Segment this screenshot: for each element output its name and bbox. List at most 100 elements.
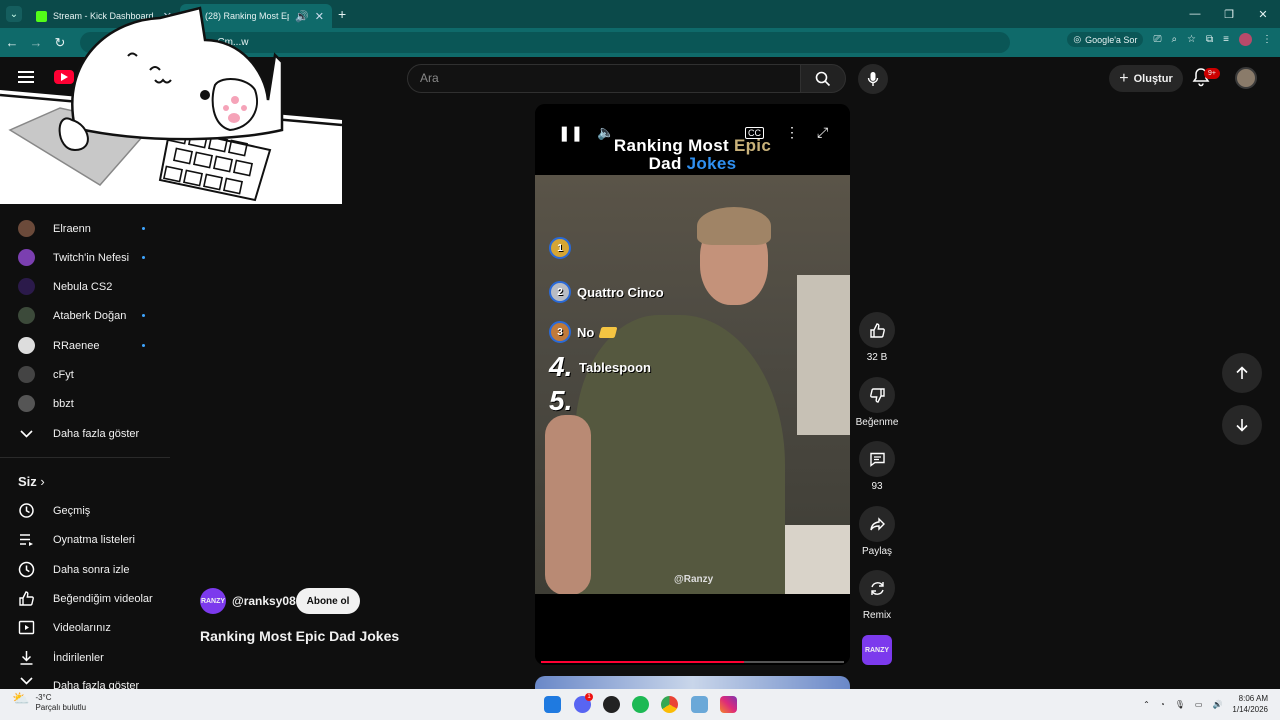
sidebar-item-cfyt[interactable]: cFyt — [18, 360, 168, 389]
live-dot — [142, 227, 145, 230]
plus-icon: + — [1119, 69, 1129, 87]
discord-badge: 1 — [585, 693, 593, 701]
channel-handle[interactable]: @ranksy08 — [232, 594, 296, 608]
display-icon[interactable]: ▭ — [1195, 700, 1203, 709]
window-controls: — ❐ ✕ — [1178, 0, 1280, 28]
sidebar-item-liked-videos[interactable]: Beğendiğim videolar — [18, 584, 168, 613]
sidebar-item-watch-later[interactable]: Daha sonra izle — [18, 555, 168, 584]
comments-button[interactable]: 93 — [859, 441, 895, 492]
start-icon[interactable] — [544, 696, 561, 713]
app-icon[interactable] — [603, 696, 620, 713]
avatar — [18, 337, 35, 354]
sidebar-item-nebula-cs2[interactable]: Nebula CS2 — [18, 272, 168, 301]
media-icon[interactable]: ≡ — [1223, 34, 1229, 45]
you-section-heading[interactable]: Siz › — [18, 474, 45, 489]
weather-widget[interactable]: ⛅ -3°C Parçalı bulutlu — [12, 690, 86, 713]
search-input[interactable]: Ara — [407, 64, 801, 93]
instagram-icon[interactable] — [720, 696, 737, 713]
avatar — [18, 366, 35, 383]
subscribe-button[interactable]: Abone ol — [296, 588, 360, 614]
shorts-video-player[interactable]: Ranking Most Epic Dad Jokes ❚❚ 🔈 CC ⋮ ⤢ … — [535, 104, 850, 665]
like-button[interactable]: 32 B — [859, 312, 895, 363]
thumb-down-icon — [869, 387, 885, 403]
like-count: 32 B — [866, 352, 888, 363]
remix-button[interactable]: Remix — [859, 570, 895, 621]
sidebar-item-label: Daha sonra izle — [53, 563, 130, 576]
sidebar-item-bbzt[interactable]: bbzt — [18, 389, 168, 418]
share-button[interactable]: Paylaş — [859, 506, 895, 557]
profile-icon[interactable] — [1239, 33, 1252, 46]
channel-label: bbzt — [53, 397, 74, 410]
restore-icon[interactable]: ❐ — [1212, 0, 1246, 28]
live-dot — [142, 256, 145, 259]
cast-icon[interactable]: ⎚ — [1153, 34, 1161, 45]
menu-icon[interactable]: ⋮ — [1262, 34, 1272, 45]
weather-icon: ⛅ — [12, 690, 30, 706]
mic-tray-icon[interactable]: 🎙 — [1175, 700, 1185, 709]
sidebar-item-ataberk-dogan[interactable]: Ataberk Doğan — [18, 301, 168, 330]
search-button[interactable] — [800, 64, 846, 93]
extensions-icon[interactable]: ⧉ — [1206, 34, 1213, 45]
sidebar-item-show-more[interactable]: Daha fazla göster — [18, 672, 168, 690]
show-more-subscriptions[interactable]: Daha fazla göster — [18, 419, 168, 448]
arrow-down-icon — [1236, 419, 1248, 432]
google-sor-label: Google'a Sor — [1085, 34, 1138, 45]
silver-medal-icon: 2 — [549, 281, 571, 303]
sidebar-item-history[interactable]: Geçmiş — [18, 496, 168, 525]
notification-badge: 9+ — [1204, 68, 1220, 79]
video-title-bar: Ranking Most Epic Dad Jokes ❚❚ 🔈 CC ⋮ ⤢ — [535, 104, 850, 175]
sidebar-item-twitchin-nefesi[interactable]: Twitch'in Nefesi — [18, 243, 168, 272]
pause-icon[interactable]: ❚❚ — [558, 124, 583, 142]
sidebar-item-your-videos[interactable]: Videolarınız — [18, 613, 168, 642]
show-more-label: Daha fazla göster — [53, 427, 140, 440]
bongo-cat-overlay — [0, 0, 342, 204]
chevron-right-icon: › — [40, 474, 45, 489]
sidebar-item-rraenee[interactable]: RRaenee — [18, 331, 168, 360]
download-icon — [20, 651, 33, 665]
wifi-icon[interactable]: ◔ — [1160, 700, 1165, 709]
chevron-down-icon — [20, 430, 33, 438]
share-label: Paylaş — [861, 546, 892, 557]
sidebar-item-label: Geçmiş — [53, 504, 91, 517]
bronze-medal-icon: 3 — [549, 321, 571, 343]
sidebar-item-playlists[interactable]: Oynatma listeleri — [18, 525, 168, 554]
zoom-icon[interactable]: ⌕ — [1171, 34, 1177, 45]
chevron-down-icon — [20, 677, 33, 685]
time: 8:06 AM — [1238, 694, 1268, 703]
channel-avatar[interactable]: RANZY — [200, 588, 226, 614]
divider — [0, 457, 170, 458]
captions-button[interactable]: CC — [745, 127, 764, 139]
spotify-icon[interactable] — [632, 696, 649, 713]
create-button[interactable]: + Oluştur — [1109, 65, 1183, 92]
rank-text: Tablespoon — [579, 359, 651, 375]
app2-icon[interactable] — [691, 696, 708, 713]
fullscreen-icon[interactable]: ⤢ — [817, 124, 828, 141]
sidebar-item-elraenn[interactable]: Elraenn — [18, 214, 168, 243]
account-avatar[interactable] — [1235, 67, 1257, 89]
star-icon[interactable]: ☆ — [1187, 34, 1196, 45]
dislike-button[interactable]: Beğenme — [856, 377, 898, 428]
clock[interactable]: 8:06 AM 1/14/2026 — [1232, 693, 1268, 715]
google-sor-button[interactable]: ◎ Google'a Sor — [1067, 32, 1144, 47]
chrome-icon[interactable] — [661, 696, 678, 713]
chevron-up-icon[interactable]: ⌃ — [1143, 700, 1150, 709]
voice-search-button[interactable] — [858, 64, 888, 94]
progress-bar[interactable] — [541, 661, 844, 663]
audio-channel-thumbnail[interactable]: RANZY — [859, 635, 895, 665]
person-hair — [697, 207, 771, 245]
speaker-tray-icon[interactable]: 🔊 — [1212, 700, 1222, 709]
next-short-button[interactable] — [1222, 405, 1262, 445]
sidebar-item-downloads[interactable]: İndirilenler — [18, 643, 168, 672]
close-window-icon[interactable]: ✕ — [1246, 0, 1280, 28]
toolbar-right: ◎ Google'a Sor ⎚ ⌕ ☆ ⧉ ≡ ⋮ — [1067, 32, 1272, 47]
volume-icon[interactable]: 🔈 — [597, 124, 614, 141]
previous-short-button[interactable] — [1222, 353, 1262, 393]
rank-text: Quattro Cinco — [577, 284, 664, 300]
more-options-icon[interactable]: ⋮ — [785, 124, 799, 141]
thumb-up-icon — [869, 322, 885, 338]
search-icon — [815, 71, 831, 86]
live-dot — [142, 344, 145, 347]
minimize-icon[interactable]: — — [1178, 0, 1212, 28]
playlist-icon — [20, 534, 33, 546]
mic-icon — [867, 72, 879, 86]
